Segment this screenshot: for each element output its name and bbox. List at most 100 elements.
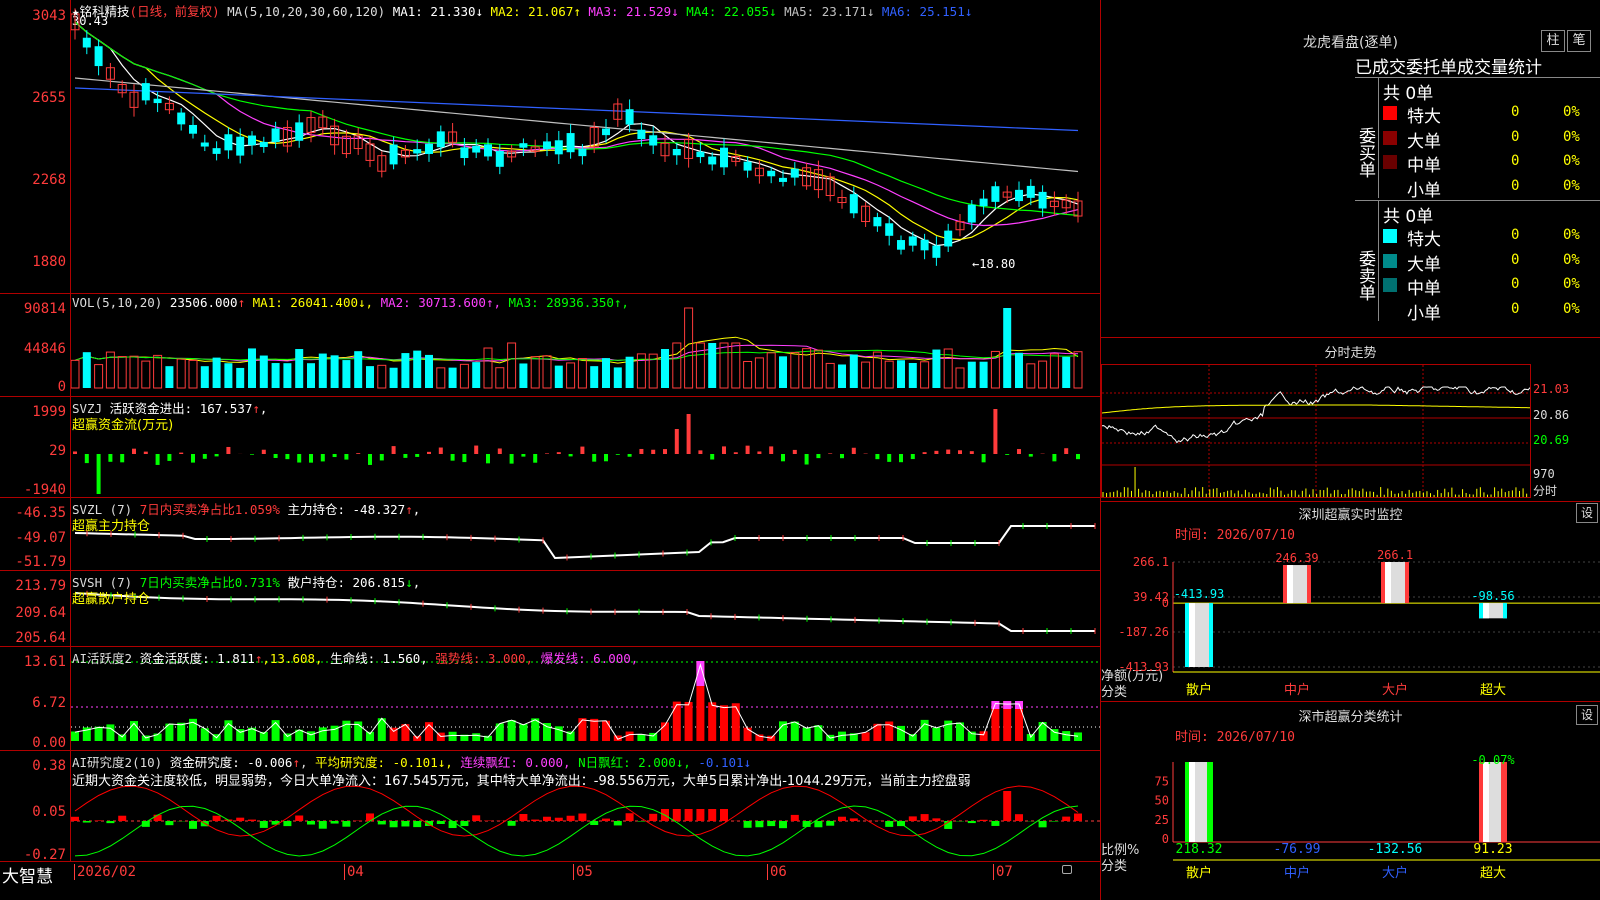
research-bar <box>189 821 197 829</box>
fund-flow-bar <box>285 454 290 460</box>
svzl-pane[interactable]: -46.35 -49.07 -51.79 SVZL (7) 7日内买卖净占比1.… <box>0 498 1100 571</box>
ma-legend-item: MA5: 23.171↓ <box>776 4 875 19</box>
sz-bar <box>1479 603 1507 619</box>
order-size-label: 中单 <box>1407 156 1441 176</box>
fund-flow-bar <box>804 454 809 465</box>
period-label[interactable]: (日线，前复权) <box>130 4 220 19</box>
volume-bar-up <box>684 307 694 389</box>
activity-bar <box>649 732 658 741</box>
fund-flow-bar <box>379 454 384 461</box>
ai-act-value: 1.811 <box>217 651 255 666</box>
candle-body-down <box>944 230 953 247</box>
svzj-y-axis: 1999 29 -1940 <box>0 397 71 498</box>
vol-ytick: 44846 <box>23 341 66 357</box>
candle-body-down <box>873 217 882 227</box>
buy-total: 共 0单 <box>1383 84 1434 104</box>
column-view-button[interactable]: 柱 <box>1541 30 1565 52</box>
activity-bar <box>106 724 115 741</box>
order-size-label: 大单 <box>1407 131 1441 152</box>
candle-body-down <box>767 170 776 177</box>
fund-flow-bar <box>875 454 880 460</box>
candle-body-down <box>189 124 197 134</box>
lock-icon[interactable] <box>1062 865 1072 874</box>
volume-bar-down <box>271 363 280 388</box>
ai-res-ytick: 0.05 <box>32 804 66 820</box>
svzl-y-axis: -46.35 -49.07 -51.79 <box>0 498 71 570</box>
svzl-value: -48.327 <box>352 502 406 517</box>
fund-flow-bar <box>816 454 821 459</box>
research-bar <box>578 813 587 821</box>
svzj-pane[interactable]: 1999 29 -1940 SVZJ 活跃资金进出: 167.537↑, 超赢资… <box>0 397 1100 498</box>
research-bar <box>543 816 551 821</box>
divider <box>1355 77 1600 78</box>
candle-body-down <box>200 142 209 147</box>
research-bar <box>1038 821 1047 828</box>
ai-act-desc: 资金活跃度: <box>139 651 210 666</box>
research-bar <box>849 818 858 821</box>
candle-body-down <box>967 204 976 223</box>
fund-flow-bar <box>851 447 856 454</box>
order-pct: 0% <box>1563 153 1580 169</box>
volume-bar-up <box>436 367 446 389</box>
ai-res-value: -0.006 <box>247 755 293 770</box>
volume-bar-up <box>176 358 186 389</box>
activity-bar <box>307 731 315 741</box>
volume-bar-down <box>82 352 91 388</box>
volume-pane[interactable]: 90814 44846 0 VOL(5,10,20) 23506.000↑ MA… <box>0 294 1100 397</box>
sz-bar <box>1381 562 1409 604</box>
ai-research-pane[interactable]: 0.38 0.05 -0.27 AI研究度2(10) 资金研究度: -0.006… <box>0 751 1100 863</box>
volume-bar-down <box>838 364 846 388</box>
sz-class-value: -76.99 <box>1274 842 1321 857</box>
volume-bar-down <box>602 358 610 388</box>
intraday-price-low: 20.69 <box>1533 433 1570 447</box>
volume-bar-up <box>861 361 871 389</box>
tick-view-button[interactable]: 笔 <box>1567 30 1591 52</box>
sz-class-ytick: 25 <box>1155 813 1169 827</box>
fund-flow-bar <box>226 446 231 454</box>
sz-class-ytick: 0 <box>1162 832 1169 846</box>
sz-monitor-panel[interactable]: 深圳超赢实时监控 设 时间: 2026/07/10 净额(万元) 分类 266.… <box>1101 502 1600 702</box>
volume-bar-down <box>661 349 669 388</box>
svsh-pane[interactable]: 213.79 209.64 205.64 SVSH (7) 7日内买卖净占比0.… <box>0 571 1100 647</box>
volume-bar-up <box>1073 351 1083 389</box>
fund-flow-bar <box>391 446 396 454</box>
fund-flow-bar <box>639 448 644 454</box>
sz-class-panel[interactable]: 深市超赢分类统计 设 时间: 2026/07/10 比例% 分类 75 50 25 0… <box>1101 702 1600 900</box>
svzj-subtitle: 超赢资金流(万元) <box>72 418 174 433</box>
price-pane[interactable]: 3043 2655 2268 1880 ★铭科精技(日线，前复权) MA(5,1… <box>0 0 1100 294</box>
ai-activity-pane[interactable]: 13.61 6.72 0.00 AI活跃度2 资金活跃度: 1.811↑,13.… <box>0 647 1100 751</box>
research-bar <box>684 809 693 821</box>
favorite-star-icon[interactable]: ★ <box>72 4 80 19</box>
volume-bar-down <box>590 366 599 388</box>
volume-bar-down <box>283 363 292 388</box>
activity-bar <box>979 731 988 741</box>
intraday-panel[interactable]: 分时走势 21.03 20.86 20.69 970 分时 <box>1101 338 1600 502</box>
fund-flow-bar <box>627 454 632 457</box>
volume-bar-down <box>1003 308 1012 388</box>
fund-flow-bar <box>344 454 349 460</box>
vol-ytick: 90814 <box>23 301 66 317</box>
research-bar <box>519 814 528 821</box>
fund-flow-bar <box>332 454 337 458</box>
fund-flow-bar <box>191 454 195 463</box>
fund-flow-bar <box>733 452 738 454</box>
candle-body-down <box>849 194 858 214</box>
fund-flow-bar <box>368 454 372 465</box>
candle-plot[interactable] <box>71 0 1100 293</box>
volume-y-axis: 90814 44846 0 <box>0 294 71 396</box>
ma-line <box>74 21 1079 216</box>
candle-body-down <box>224 134 233 151</box>
fund-flow-bar <box>438 447 443 454</box>
research-bar <box>1015 814 1023 821</box>
volume-bar-up <box>719 342 729 389</box>
date-axis: 大智慧 2026/02 04 05 06 07 <box>0 861 1100 887</box>
candle-body-down <box>436 131 445 148</box>
research-bar <box>318 821 327 829</box>
svzl-arrow: ↑ <box>405 502 413 517</box>
fund-flow-bar <box>674 429 679 454</box>
order-pct: 0% <box>1563 104 1580 120</box>
volume-bar-down <box>318 353 327 388</box>
color-swatch <box>1383 278 1397 292</box>
candle-body-down <box>566 133 575 153</box>
research-bar <box>790 814 799 821</box>
